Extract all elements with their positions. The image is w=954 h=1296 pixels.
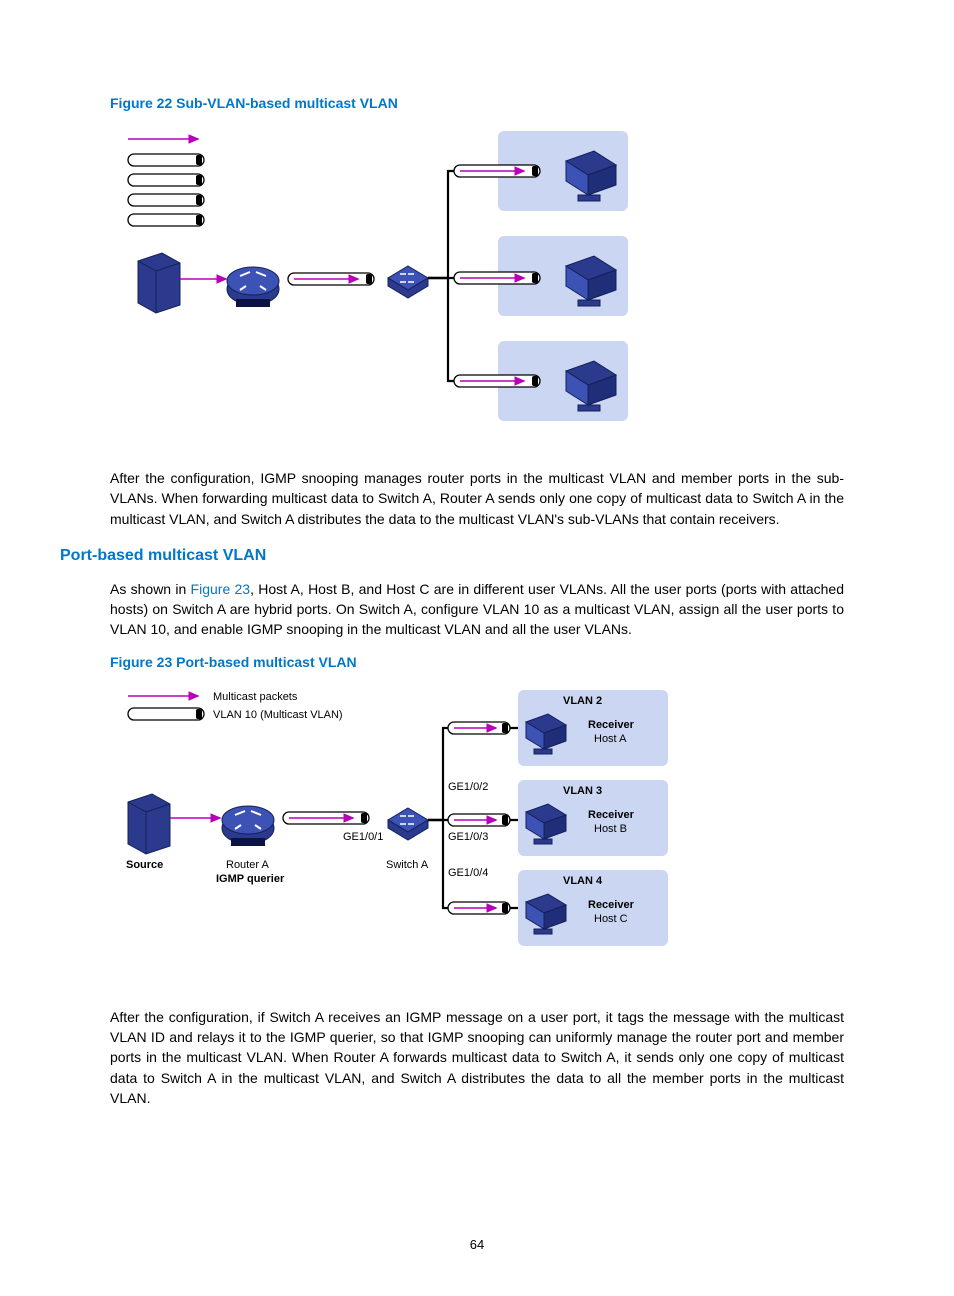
switch-icon (388, 266, 428, 298)
source-icon-2 (128, 794, 170, 854)
switch-a-label: Switch A (386, 859, 429, 871)
figure-22-caption: Figure 22 Sub-VLAN-based multicast VLAN (110, 95, 844, 111)
ge104-label: GE1/0/4 (448, 867, 488, 879)
router-icon (227, 267, 279, 307)
host-b-label: Host B (594, 823, 627, 835)
page-number: 64 (0, 1237, 954, 1252)
router-icon-2 (222, 806, 274, 846)
router-a-label: Router A (226, 859, 269, 871)
vlan4-label: VLAN 4 (563, 875, 603, 887)
paragraph-1: After the configuration, IGMP snooping m… (110, 468, 844, 529)
vlan2-label: VLAN 2 (563, 695, 602, 707)
paragraph-2-a: As shown in (110, 581, 191, 597)
receiver-a-label: Receiver (588, 719, 635, 731)
ge101-label: GE1/0/1 (343, 831, 383, 843)
figure-23-caption: Figure 23 Port-based multicast VLAN (110, 654, 844, 670)
igmp-querier-label: IGMP querier (216, 873, 285, 885)
legend-multicast-label: Multicast packets (213, 691, 298, 703)
host-c-label: Host C (594, 913, 628, 925)
ge102-label: GE1/0/2 (448, 781, 488, 793)
receiver-c-label: Receiver (588, 899, 635, 911)
paragraph-3: After the configuration, if Switch A rec… (110, 1007, 844, 1108)
figure-22-diagram (118, 121, 638, 444)
figure-23-diagram: Multicast packets VLAN 10 (Multicast VLA… (118, 680, 678, 983)
receiver-b-label: Receiver (588, 809, 635, 821)
switch-icon-2 (388, 808, 428, 840)
host-a-label: Host A (594, 733, 627, 745)
ge103-label: GE1/0/3 (448, 831, 488, 843)
vlan3-label: VLAN 3 (563, 785, 602, 797)
source-label: Source (126, 859, 163, 871)
legend-vlan10-label: VLAN 10 (Multicast VLAN) (213, 709, 343, 721)
source-icon (138, 253, 180, 313)
section-heading-port-based: Port-based multicast VLAN (60, 547, 844, 565)
figure-23-link[interactable]: Figure 23 (191, 581, 251, 597)
paragraph-2: As shown in Figure 23, Host A, Host B, a… (110, 579, 844, 640)
